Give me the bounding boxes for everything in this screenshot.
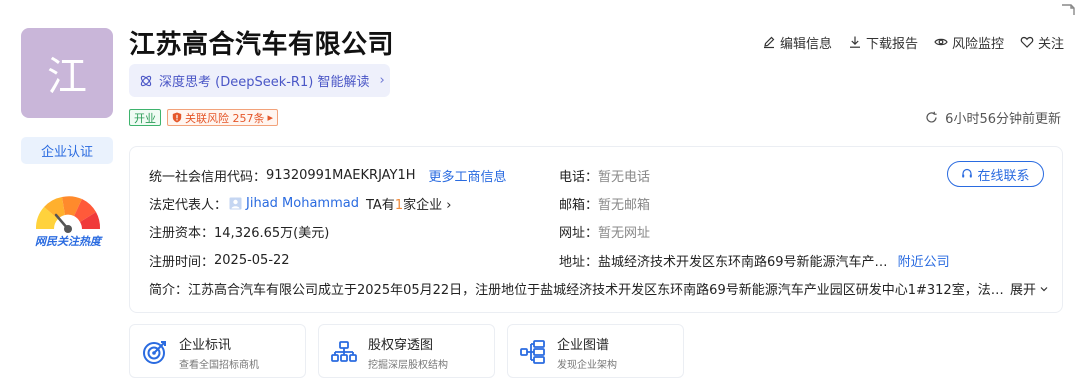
shield-icon <box>172 112 182 123</box>
update-time-label: 6小时56分钟前更新 <box>945 112 1061 127</box>
intro-text: 江苏高合汽车有限公司成立于2025年05月22日，注册地位于盐城经济技术开发区东… <box>188 283 1006 298</box>
edit-label: 编辑信息 <box>779 36 832 52</box>
more-info-link[interactable]: 更多工商信息 <box>429 166 507 185</box>
feature-title: 企业标讯 <box>179 338 232 353</box>
phone-value: 暂无电话 <box>598 170 651 185</box>
legal-rep-label: 法定代表人： <box>149 198 228 213</box>
website-value: 暂无网址 <box>598 226 651 241</box>
status-badge: 开业 <box>129 109 161 126</box>
ta-companies-link[interactable]: TA有1家企业 › <box>366 194 451 213</box>
phone-label: 电话： <box>559 170 599 185</box>
nearby-companies-link[interactable]: 附近公司 <box>898 251 950 270</box>
download-report-button[interactable]: 下载报告 <box>848 33 918 52</box>
ai-interpret-button[interactable]: 深度思考 (DeepSeek-R1) 智能解读 › <box>129 64 390 97</box>
heat-gauge-icon[interactable] <box>28 185 108 233</box>
feature-subtitle: 挖掘深层股权结构 <box>368 360 448 371</box>
email-label: 邮箱： <box>559 198 599 213</box>
follow-label: 关注 <box>1037 36 1064 52</box>
target-icon <box>143 341 166 364</box>
heart-icon <box>1020 36 1034 48</box>
feature-card-graph[interactable]: 企业图谱 发现企业架构 <box>507 324 684 378</box>
online-contact-label: 在线联系 <box>977 168 1030 184</box>
capital-label: 注册资本： <box>149 226 215 241</box>
chevron-right-icon: › <box>379 73 385 88</box>
follow-button[interactable]: 关注 <box>1020 33 1064 52</box>
headset-icon <box>962 168 973 178</box>
ta-suffix: 家企业 <box>403 198 443 213</box>
logo-char: 江 <box>47 54 87 100</box>
refresh-icon <box>926 111 937 123</box>
update-time[interactable]: 6小时56分钟前更新 <box>925 108 1061 127</box>
heat-label: 网民关注热度 <box>35 235 101 248</box>
feature-card-bidding[interactable]: 企业标讯 查看全国招标商机 <box>129 324 306 378</box>
reg-time-value: 2025-05-22 <box>214 253 290 268</box>
edit-info-button[interactable]: 编辑信息 <box>762 33 832 52</box>
company-name: 江苏高合汽车有限公司 <box>129 30 395 60</box>
capital-value: 14,326.65万(美元) <box>214 226 330 241</box>
eye-icon <box>934 38 948 46</box>
ai-pill-label: 深度思考 (DeepSeek-R1) 智能解读 <box>159 75 370 90</box>
expand-label: 展开 <box>1009 283 1036 298</box>
risk-label: 关联风险 257条 <box>185 111 265 125</box>
feature-subtitle: 查看全国招标商机 <box>179 360 259 371</box>
certification-badge[interactable]: 企业认证 <box>21 137 113 164</box>
ai-atom-icon <box>140 75 152 86</box>
feature-card-equity[interactable]: 股权穿透图 挖掘深层股权结构 <box>318 324 495 378</box>
chevron-down-icon <box>1040 286 1048 291</box>
feature-title: 股权穿透图 <box>368 338 434 353</box>
company-logo: 江 <box>21 28 113 118</box>
online-contact-button[interactable]: 在线联系 <box>947 161 1044 187</box>
download-icon <box>849 36 860 48</box>
feature-subtitle: 发现企业架构 <box>557 360 617 371</box>
risk-badge[interactable]: 关联风险 257条 ▸ <box>167 109 279 126</box>
org-chart-icon <box>331 341 357 362</box>
info-card: 统一社会信用代码： 91320991MAEKRJAY1H 更多工商信息 法定代表… <box>129 146 1063 313</box>
expand-button[interactable]: 展开 <box>1010 279 1049 298</box>
email-value: 暂无邮箱 <box>598 198 651 213</box>
caret-right-icon: ▸ <box>267 111 274 124</box>
credit-code-label: 统一社会信用代码： <box>149 170 267 185</box>
company-intro: 简介： 江苏高合汽车有限公司成立于2025年05月22日，注册地位于盐城经济技术… <box>149 279 1049 298</box>
corner-fold-icon[interactable] <box>1060 3 1076 17</box>
address-label: 地址： <box>559 255 599 270</box>
download-label: 下载报告 <box>865 36 918 52</box>
edit-icon <box>763 36 775 49</box>
chevron-right-icon: › <box>446 198 452 213</box>
address-value: 盐城经济技术开发区东环南路69号新能源汽车产… <box>598 255 888 270</box>
person-icon <box>229 197 242 210</box>
website-label: 网址： <box>559 226 599 241</box>
legal-rep-link[interactable]: Jihad Mohammad <box>246 196 359 211</box>
feature-title: 企业图谱 <box>557 338 610 353</box>
ta-count: 1 <box>394 198 404 213</box>
tree-graph-icon <box>520 340 545 364</box>
risk-monitor-button[interactable]: 风险监控 <box>934 33 1004 52</box>
credit-code-value: 91320991MAEKRJAY1H <box>266 168 416 183</box>
monitor-label: 风险监控 <box>951 36 1004 52</box>
reg-time-label: 注册时间： <box>149 255 215 270</box>
intro-label: 简介： <box>149 283 189 298</box>
ta-prefix: TA有 <box>365 198 395 213</box>
